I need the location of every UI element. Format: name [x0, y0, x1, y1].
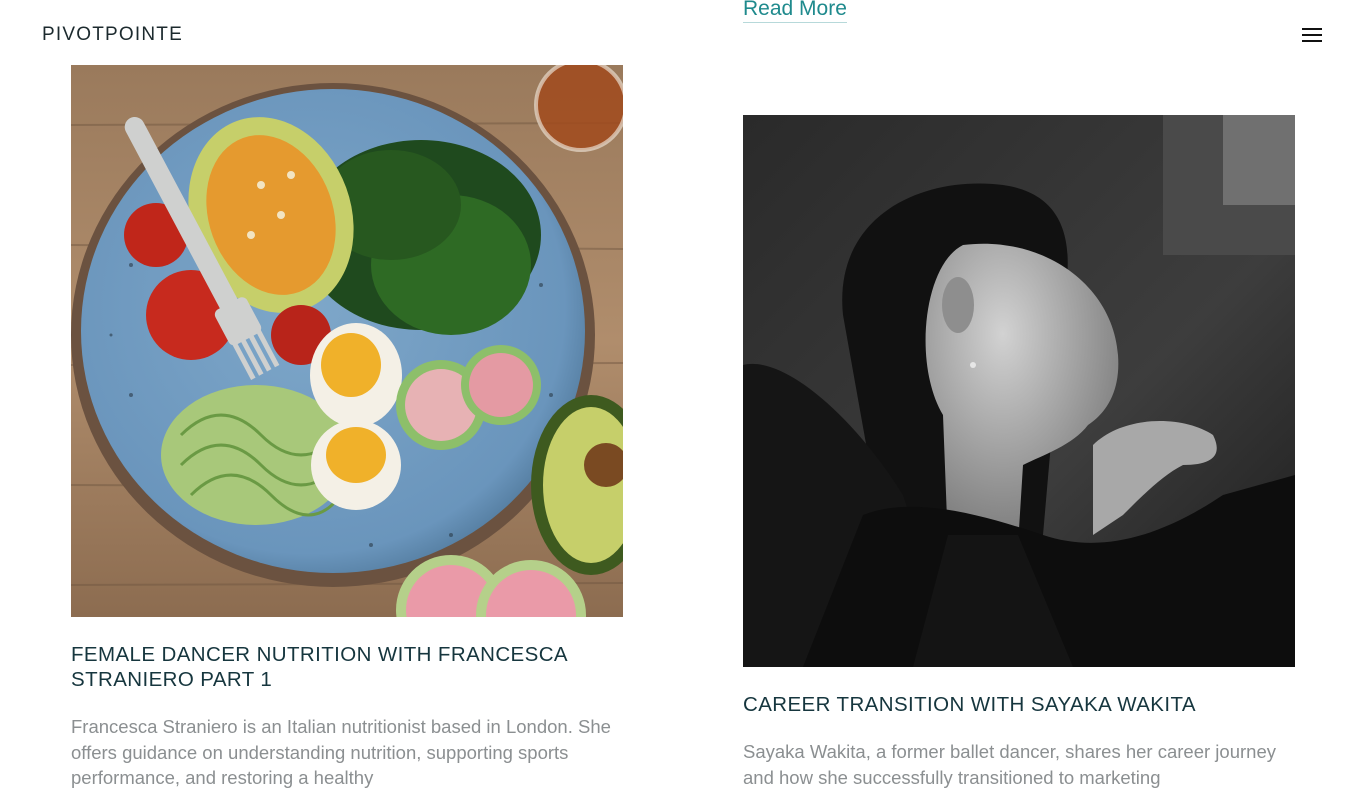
post-excerpt: Sayaka Wakita, a former ballet dancer, s…: [743, 741, 1276, 788]
post-image-food-bowl[interactable]: [71, 65, 623, 617]
post-title[interactable]: CAREER TRANSITION WITH SAYAKA WAKITA: [743, 692, 1303, 717]
post-image-dancer-portrait[interactable]: [743, 115, 1295, 667]
post-title[interactable]: FEMALE DANCER NUTRITION WITH FRANCESCA S…: [71, 642, 623, 692]
hamburger-menu-icon[interactable]: [1302, 26, 1324, 44]
post-excerpt: Francesca Straniero is an Italian nutrit…: [71, 716, 611, 788]
menu-line: [1302, 34, 1322, 36]
menu-line: [1302, 28, 1322, 30]
menu-line: [1302, 40, 1322, 42]
read-more-link[interactable]: Read More: [743, 0, 847, 23]
site-logo[interactable]: PIVOTPOINTE: [42, 24, 183, 46]
